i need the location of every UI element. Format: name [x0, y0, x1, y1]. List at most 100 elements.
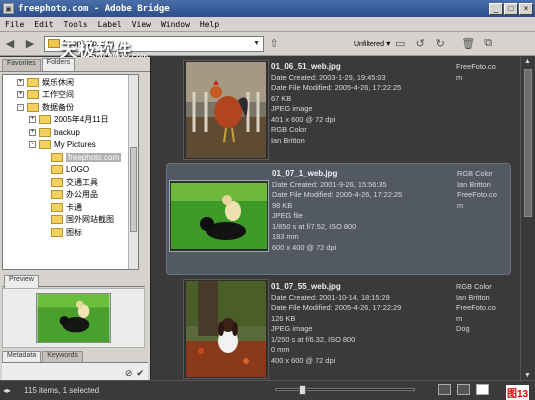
tree-item-label: My Pictures — [54, 140, 96, 150]
close-button[interactable]: × — [519, 2, 533, 15]
panel-toggle-icon[interactable]: ◂▸ — [3, 386, 11, 395]
extra-line: Dog — [456, 324, 470, 333]
filter-dropdown[interactable]: Unfiltered ▾ — [354, 39, 390, 48]
back-icon[interactable]: ◀ — [2, 36, 18, 52]
tree-item-label: backup — [54, 127, 80, 137]
info-line: 98 KB — [272, 200, 293, 210]
extra-line: m — [456, 313, 463, 323]
content-scrollbar[interactable]: ▲ ▼ — [520, 57, 535, 380]
folder-icon — [27, 102, 39, 112]
menu-label[interactable]: Label — [93, 20, 127, 29]
forward-icon[interactable]: ▶ — [22, 36, 38, 52]
thumbnail[interactable] — [183, 279, 269, 379]
figure-label: 图13 — [506, 385, 530, 400]
info-line: Date File Modified: 2005-4-26, 17:22:29 — [271, 303, 402, 312]
thumbnail[interactable] — [169, 180, 269, 252]
details-view-icon[interactable] — [476, 384, 489, 395]
extra-line: RGB Color — [457, 169, 493, 178]
list-item[interactable]: 01_06_51_web.jpg Date Created: 2003-1-29… — [166, 57, 511, 169]
slider-knob[interactable] — [299, 385, 306, 395]
menu-edit[interactable]: Edit — [29, 20, 58, 29]
collapse-icon[interactable]: - — [17, 103, 24, 111]
tree-item-label: 数据备份 — [42, 102, 74, 112]
tree-scrollbar[interactable] — [128, 75, 138, 269]
folder-icon — [48, 39, 60, 48]
tree-item-label: 娱乐休闲 — [42, 77, 74, 87]
content-scroll-thumb[interactable] — [524, 69, 532, 217]
expand-icon[interactable]: + — [17, 91, 24, 99]
checkmark-icon[interactable]: ✔ — [136, 368, 144, 379]
tab-keywords[interactable]: Keywords — [42, 351, 83, 362]
tab-metadata[interactable]: Metadata — [2, 351, 42, 362]
delete-icon[interactable]: 🗑 — [460, 36, 476, 52]
tree-item[interactable]: - 数据备份 — [3, 101, 138, 114]
tree-item[interactable]: - My Pictures — [3, 139, 138, 152]
info-line: Date File Modified: 2005-4-26, 17:22:25 — [272, 190, 403, 199]
collapse-icon[interactable]: - — [29, 141, 36, 149]
menu-view[interactable]: View — [127, 20, 156, 29]
tree-item[interactable]: +2005年4月11日 — [3, 114, 138, 127]
extra-line: Ian Britton — [457, 179, 491, 189]
menu-window[interactable]: Window — [156, 20, 195, 29]
info-line: 0 mm — [271, 345, 290, 354]
list-item-selected[interactable]: 01_07_1_web.jpg Date Created: 2001-9-26,… — [166, 163, 511, 275]
tree-item[interactable]: + 娱乐休闲 — [3, 76, 138, 89]
tree-item[interactable]: LOGO — [3, 164, 138, 177]
tree-item[interactable]: + backup — [3, 126, 138, 139]
list-item[interactable]: 01_07_55_web.jpg Date Created: 2001-10-1… — [166, 277, 511, 389]
folder-icon — [27, 77, 39, 87]
filmstrip-view-icon[interactable] — [457, 384, 470, 395]
thumbnail-view-icon[interactable] — [438, 384, 451, 395]
item-extra: RGB Color Ian Britton FreeFoto.co m — [457, 169, 515, 211]
tab-preview[interactable]: Preview — [4, 275, 39, 288]
tree-item[interactable]: freephoto.com — [3, 151, 138, 164]
tree-item[interactable]: + 工作空间 — [3, 89, 138, 102]
rotate-left-icon[interactable]: ↺ — [412, 36, 428, 52]
thumbnail-size-slider[interactable] — [275, 385, 415, 395]
preview-pane — [2, 288, 145, 348]
minimize-button[interactable]: _ — [489, 2, 503, 15]
extra-line: m — [457, 200, 464, 210]
info-line: 1/250 s at f/6.32, ISO 800 — [271, 334, 356, 344]
scroll-up-icon[interactable]: ▲ — [524, 58, 531, 65]
maximize-button[interactable]: □ — [504, 2, 518, 15]
info-line: 67 KB — [271, 93, 292, 103]
tab-folders[interactable]: Folders — [41, 58, 76, 71]
menu-tools[interactable]: Tools — [59, 20, 93, 29]
extra-line: FreeFoto.co — [456, 62, 496, 71]
expand-icon[interactable]: + — [17, 78, 24, 86]
rotate-right-icon[interactable]: ↻ — [432, 36, 448, 52]
new-folder-icon[interactable]: ▭ — [392, 36, 408, 52]
tree-item-label: 2005年4月11日 — [54, 115, 109, 125]
tree-item[interactable]: 国外网站截图 — [3, 214, 138, 227]
tab-favorites[interactable]: Favorites — [2, 59, 41, 71]
folder-icon — [39, 115, 51, 125]
tree-scroll-thumb[interactable] — [130, 147, 137, 232]
tree-item[interactable]: 交通工具 — [3, 176, 138, 189]
menu-help[interactable]: Help — [195, 20, 224, 29]
chevron-down-icon: ▼ — [253, 40, 260, 47]
app-icon: ▣ — [3, 3, 14, 14]
info-line: Ian Britton — [271, 135, 305, 145]
item-info: 01_07_1_web.jpg Date Created: 2001-9-26,… — [272, 169, 402, 253]
scroll-down-icon[interactable]: ▼ — [524, 372, 531, 379]
tree-item-label: 国外网站截图 — [66, 215, 114, 225]
content-pane: 01_06_51_web.jpg Date Created: 2003-1-29… — [150, 57, 520, 380]
up-folder-icon[interactable]: ⇧ — [266, 36, 282, 52]
folder-tree: + 娱乐休闲 + 工作空间 - 数据备份 +2005年4月11日 + backup - My Pic… — [2, 74, 139, 270]
extra-line: Ian Britton — [456, 292, 490, 302]
tree-item[interactable]: 办公用品 — [3, 189, 138, 202]
expand-icon[interactable]: + — [29, 128, 36, 136]
tree-item[interactable]: 卡通 — [3, 201, 138, 214]
dogs-image — [171, 183, 267, 249]
info-line: 600 x 400 @ 72 dpi — [272, 242, 337, 252]
compact-mode-icon[interactable]: ⧉ — [480, 36, 496, 52]
tree-item[interactable]: 图标 — [3, 226, 138, 239]
info-line: RGB Color — [271, 125, 307, 134]
thumbnail[interactable] — [183, 60, 269, 160]
info-line: 126 KB — [271, 313, 296, 323]
folder-icon — [39, 127, 51, 137]
no-entry-icon[interactable]: ⊘ — [125, 368, 133, 379]
menu-file[interactable]: File — [0, 20, 29, 29]
expand-icon[interactable]: + — [29, 116, 36, 124]
